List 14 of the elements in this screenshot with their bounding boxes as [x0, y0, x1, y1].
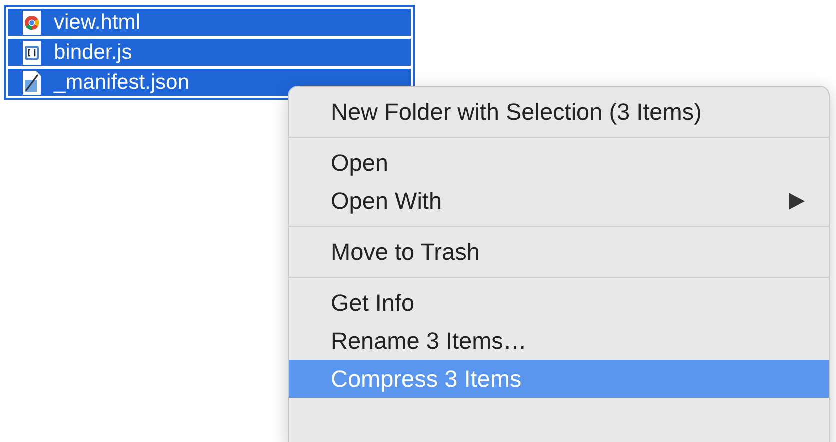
file-name: view.html	[54, 10, 140, 34]
document-icon	[22, 70, 42, 94]
menu-item[interactable]: Get Info	[289, 284, 829, 322]
file-row[interactable]: view.html	[8, 9, 411, 36]
menu-item[interactable]: Open With	[289, 182, 829, 220]
menu-item[interactable]: Rename 3 Items…	[289, 322, 829, 360]
file-name: _manifest.json	[54, 70, 190, 94]
menu-item[interactable]: Move to Trash	[289, 233, 829, 271]
file-name: binder.js	[54, 40, 132, 64]
file-row[interactable]: binder.js	[8, 39, 411, 66]
menu-item[interactable]: New Folder with Selection (3 Items)	[289, 93, 829, 131]
menu-item[interactable]: Open	[289, 144, 829, 182]
web-page-icon	[22, 10, 42, 34]
script-file-icon	[22, 40, 42, 64]
